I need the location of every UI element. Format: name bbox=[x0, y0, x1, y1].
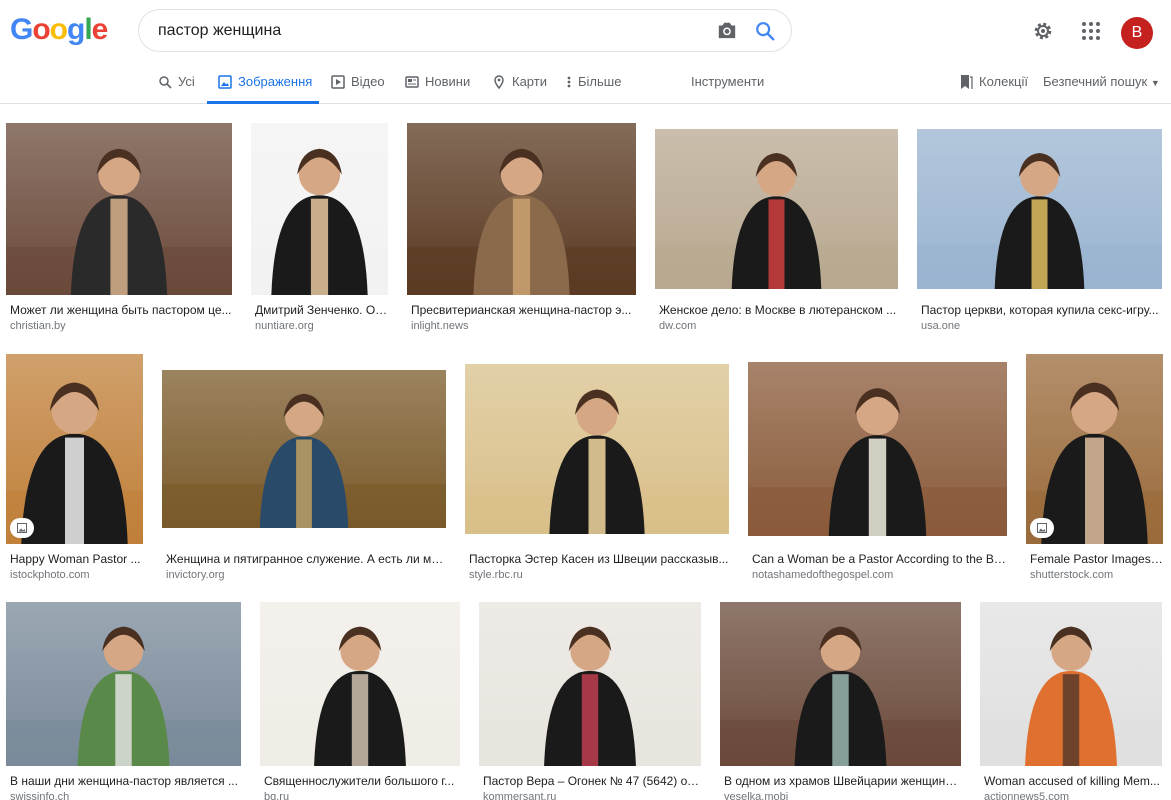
result-source: christian.by bbox=[10, 320, 66, 332]
google-logo[interactable]: Google bbox=[10, 13, 108, 47]
header: Google B Усі Зображення bbox=[0, 0, 1171, 104]
tab-label: Новини bbox=[425, 74, 471, 89]
result-source: istockphoto.com bbox=[10, 569, 90, 581]
result-title[interactable]: Может ли женщина быть пастором це... bbox=[10, 303, 232, 317]
account-avatar[interactable]: B bbox=[1121, 17, 1153, 49]
gear-icon[interactable] bbox=[1031, 19, 1055, 43]
result-title[interactable]: Woman accused of killing Mem... bbox=[984, 774, 1162, 788]
safesearch-label: Безпечний пошук bbox=[1043, 74, 1148, 89]
result-thumbnail[interactable] bbox=[479, 602, 701, 766]
result-title[interactable]: В наши дни женщина-пастор является ... bbox=[10, 774, 241, 788]
result-source: actionnews5.com bbox=[984, 791, 1069, 800]
result-source: notashamedofthegospel.com bbox=[752, 569, 894, 581]
search-input[interactable] bbox=[158, 20, 698, 42]
result-thumbnail[interactable] bbox=[748, 362, 1007, 536]
search-icon bbox=[159, 76, 172, 89]
image-result[interactable]: Женщина и пятигранное служение. А есть л… bbox=[162, 354, 446, 588]
news-icon bbox=[405, 76, 419, 88]
result-thumbnail[interactable] bbox=[655, 129, 898, 289]
tab-label: Відео bbox=[351, 74, 385, 89]
result-thumbnail[interactable] bbox=[6, 602, 241, 766]
result-title[interactable]: Дмитрий Зенченко. О ... bbox=[255, 303, 388, 317]
apps-grid-icon[interactable] bbox=[1079, 19, 1103, 43]
result-source: style.rbc.ru bbox=[469, 569, 523, 581]
result-source: kommersant.ru bbox=[483, 791, 557, 800]
map-pin-icon bbox=[494, 75, 504, 89]
collections-label: Колекції bbox=[979, 74, 1028, 89]
image-result[interactable]: Дмитрий Зенченко. О ... nuntiare.org bbox=[251, 123, 388, 339]
search-tabs: Усі Зображення Відео Новини Карти Більше… bbox=[0, 64, 1171, 104]
result-title[interactable]: Пастор церкви, которая купила секс-игру.… bbox=[921, 303, 1162, 317]
image-result[interactable]: Женское дело: в Москве в лютеранском ...… bbox=[655, 123, 898, 339]
image-result[interactable]: Happy Woman Pastor ... istockphoto.com bbox=[6, 354, 143, 588]
image-badge-icon bbox=[1030, 518, 1054, 538]
tab-label: Зображення bbox=[238, 74, 313, 89]
more-vert-icon bbox=[567, 76, 571, 88]
result-source: inlight.news bbox=[411, 320, 469, 332]
result-thumbnail[interactable] bbox=[260, 602, 460, 766]
result-title[interactable]: Пастор Вера – Огонек № 47 (5642) от... bbox=[483, 774, 701, 788]
result-source: swissinfo.ch bbox=[10, 791, 70, 800]
collections-button[interactable]: Колекції bbox=[959, 74, 1028, 90]
result-thumbnail[interactable] bbox=[917, 129, 1162, 289]
result-thumbnail[interactable] bbox=[720, 602, 961, 766]
result-title[interactable]: Женское дело: в Москве в лютеранском ... bbox=[659, 303, 898, 317]
bookmark-icon bbox=[961, 75, 973, 89]
result-title[interactable]: Female Pastor Images,... bbox=[1030, 552, 1163, 566]
image-result[interactable]: Can a Woman be a Pastor According to the… bbox=[748, 354, 1007, 588]
result-source: bg.ru bbox=[264, 791, 290, 800]
caret-down-icon: ▼ bbox=[1150, 78, 1160, 88]
image-icon bbox=[218, 75, 232, 89]
result-title[interactable]: Женщина и пятигранное служение. А есть л… bbox=[166, 552, 446, 566]
search-box bbox=[138, 9, 792, 52]
image-result[interactable]: Пресвитерианская женщина-пастор э... inli… bbox=[407, 123, 636, 339]
image-badge-icon bbox=[10, 518, 34, 538]
active-tab-indicator bbox=[207, 101, 319, 104]
result-title[interactable]: Священнослужители большого г... bbox=[264, 774, 460, 788]
image-result[interactable]: Female Pastor Images,... shutterstock.com bbox=[1026, 354, 1163, 588]
image-result[interactable]: В наши дни женщина-пастор является ... sw… bbox=[6, 602, 241, 800]
search-icon[interactable] bbox=[754, 20, 776, 42]
tab-maps[interactable]: Карти bbox=[492, 74, 547, 104]
video-icon bbox=[331, 75, 345, 89]
tab-more[interactable]: Більше bbox=[566, 74, 621, 104]
image-result[interactable]: В одном из храмов Швейцарии женщина... ve… bbox=[720, 602, 961, 800]
tab-images[interactable]: Зображення bbox=[218, 74, 312, 104]
result-source: nuntiare.org bbox=[255, 320, 314, 332]
result-title[interactable]: Can a Woman be a Pastor According to the… bbox=[752, 552, 1007, 566]
result-thumbnail[interactable] bbox=[465, 364, 729, 534]
result-source: invictory.org bbox=[166, 569, 225, 581]
result-thumbnail[interactable] bbox=[6, 123, 232, 295]
result-source: veselka.mobi bbox=[724, 791, 789, 800]
tab-label: Карти bbox=[512, 74, 547, 89]
image-result[interactable]: Священнослужители большого г... bg.ru bbox=[260, 602, 460, 800]
result-thumbnail[interactable] bbox=[251, 123, 388, 295]
tools-button[interactable]: Інструменти bbox=[691, 74, 764, 89]
tab-news[interactable]: Новини bbox=[405, 74, 470, 104]
tab-label: Більше bbox=[578, 74, 622, 89]
result-thumbnail[interactable] bbox=[1026, 354, 1163, 544]
result-source: shutterstock.com bbox=[1030, 569, 1114, 581]
tab-all[interactable]: Усі bbox=[158, 74, 195, 104]
result-thumbnail[interactable] bbox=[6, 354, 143, 544]
result-thumbnail[interactable] bbox=[162, 370, 446, 528]
image-result[interactable]: Пасторка Эстер Касен из Швеции рассказыв… bbox=[465, 354, 729, 588]
tab-video[interactable]: Відео bbox=[331, 74, 385, 104]
result-source: dw.com bbox=[659, 320, 697, 332]
image-result[interactable]: Пастор Вера – Огонек № 47 (5642) от... ko… bbox=[479, 602, 701, 800]
result-title[interactable]: Happy Woman Pastor ... bbox=[10, 552, 143, 566]
camera-icon[interactable] bbox=[716, 20, 738, 40]
result-thumbnail[interactable] bbox=[407, 123, 636, 295]
image-result[interactable]: Woman accused of killing Mem... actionnew… bbox=[980, 602, 1162, 800]
tab-label: Усі bbox=[178, 74, 195, 89]
result-title[interactable]: В одном из храмов Швейцарии женщина... bbox=[724, 774, 961, 788]
result-thumbnail[interactable] bbox=[980, 602, 1162, 766]
image-result[interactable]: Может ли женщина быть пастором це... chri… bbox=[6, 123, 232, 339]
safesearch-dropdown[interactable]: Безпечний пошук ▼ bbox=[1043, 74, 1160, 89]
result-title[interactable]: Пресвитерианская женщина-пастор э... bbox=[411, 303, 636, 317]
result-source: usa.one bbox=[921, 320, 961, 332]
image-result[interactable]: Пастор церкви, которая купила секс-игру.… bbox=[917, 123, 1162, 339]
result-title[interactable]: Пасторка Эстер Касен из Швеции рассказыв… bbox=[469, 552, 729, 566]
